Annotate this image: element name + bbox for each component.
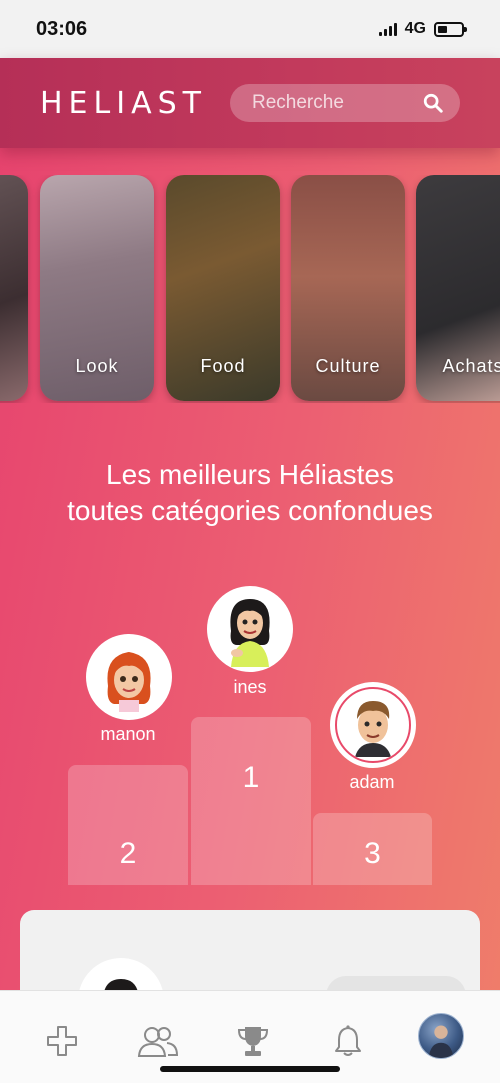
leaderboard-heading: Les meilleurs Héliastes toutes catégorie… bbox=[0, 457, 500, 529]
category-card-achats[interactable]: Achats bbox=[416, 175, 500, 401]
podium-block-3: 3 bbox=[313, 813, 432, 885]
category-card-culture[interactable]: Culture bbox=[291, 175, 405, 401]
podium-user-3[interactable]: adam bbox=[312, 772, 432, 793]
category-label: Culture bbox=[315, 356, 381, 376]
bitmoji-manon-icon bbox=[107, 652, 151, 712]
profile-avatar[interactable] bbox=[418, 1013, 464, 1059]
category-card-look[interactable]: Look bbox=[40, 175, 154, 401]
heading-line-1: Les meilleurs Héliastes bbox=[106, 459, 394, 490]
tab-add[interactable] bbox=[40, 1021, 84, 1061]
category-card-partial[interactable] bbox=[0, 175, 28, 401]
network-type: 4G bbox=[404, 20, 426, 37]
category-carousel[interactable]: Look Food Culture Achats bbox=[0, 175, 500, 403]
status-time: 03:06 bbox=[36, 17, 88, 40]
avatar-ines[interactable] bbox=[207, 586, 293, 672]
signal-icon bbox=[378, 22, 397, 36]
avatar-manon[interactable] bbox=[86, 634, 172, 720]
battery-icon bbox=[434, 21, 467, 37]
podium-rank-3: 3 bbox=[364, 837, 381, 870]
avatar-adam-ring bbox=[335, 687, 411, 763]
heading-line-2: toutes catégories confondues bbox=[67, 495, 433, 526]
app-header: HELIAST Recherche bbox=[0, 58, 500, 148]
profile-photo-icon bbox=[428, 1025, 454, 1058]
tab-notifications[interactable] bbox=[326, 1021, 370, 1061]
bell-icon bbox=[335, 1025, 361, 1056]
category-label: Look bbox=[75, 356, 119, 376]
podium-block-2: 2 bbox=[68, 765, 188, 885]
category-label: Food bbox=[200, 356, 246, 376]
search-input[interactable]: Recherche bbox=[230, 84, 460, 122]
tab-friends[interactable] bbox=[136, 1021, 180, 1061]
search-placeholder: Recherche bbox=[252, 92, 344, 113]
app-logo[interactable]: HELIAST bbox=[40, 86, 207, 121]
category-label: Achats bbox=[442, 356, 500, 376]
trophy-icon bbox=[237, 1027, 269, 1056]
bitmoji-ines-icon bbox=[230, 599, 270, 667]
avatar-adam[interactable] bbox=[330, 682, 416, 768]
search-icon[interactable] bbox=[422, 92, 444, 114]
podium-block-1: 1 bbox=[191, 717, 311, 885]
podium-user-1[interactable]: ines bbox=[190, 677, 310, 698]
status-bar: 03:06 4G bbox=[0, 0, 500, 58]
bitmoji-adam-icon bbox=[355, 701, 391, 757]
podium-user-2[interactable]: manon bbox=[68, 724, 188, 745]
category-card-food[interactable]: Food bbox=[166, 175, 280, 401]
status-indicators: 4G bbox=[378, 20, 467, 38]
home-indicator[interactable] bbox=[160, 1066, 340, 1072]
friends-icon bbox=[137, 1027, 179, 1057]
add-icon bbox=[47, 1026, 77, 1056]
tab-trophy[interactable] bbox=[231, 1021, 275, 1061]
podium-rank-1: 1 bbox=[242, 761, 260, 794]
podium-rank-2: 2 bbox=[119, 837, 137, 870]
